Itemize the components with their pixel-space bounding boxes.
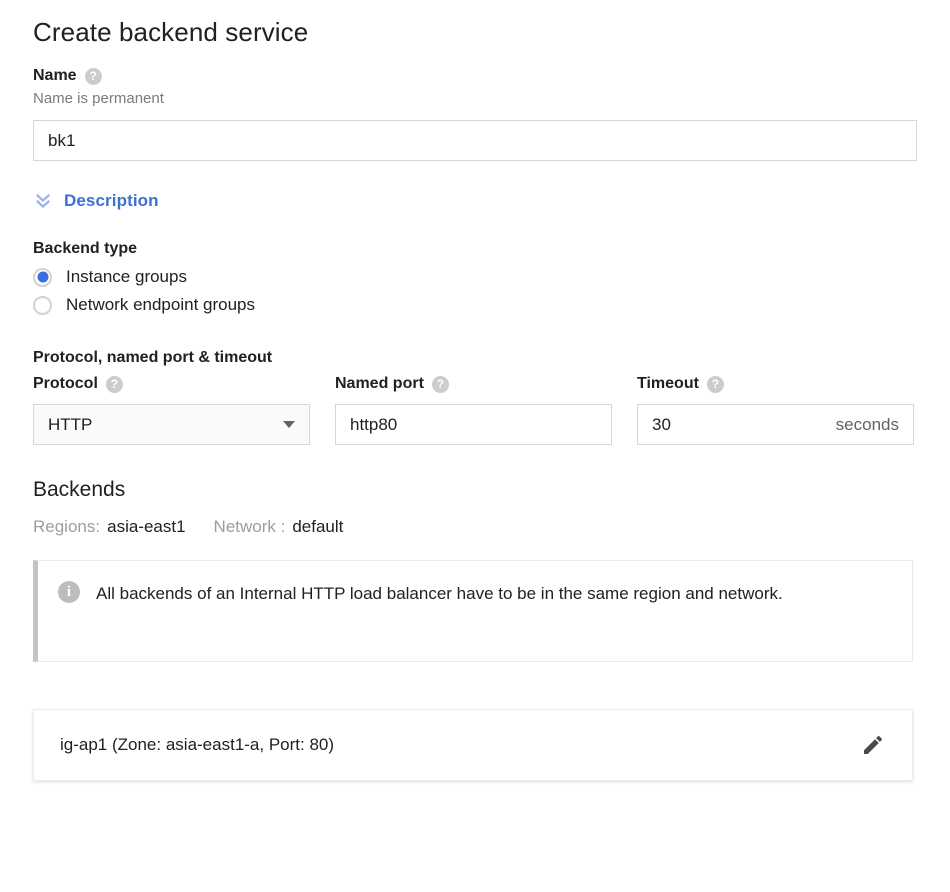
timeout-input[interactable] (652, 414, 828, 435)
description-label: Description (64, 191, 159, 210)
named-port-column: Named port ? (335, 374, 612, 445)
name-field-group: Name ? Name is permanent (33, 66, 917, 161)
radio-indicator-instance-groups[interactable] (33, 267, 52, 287)
page-title: Create backend service (33, 17, 309, 47)
network-key: Network : (213, 517, 286, 536)
named-port-input[interactable] (335, 404, 612, 445)
named-port-label-row: Named port ? (335, 374, 612, 394)
protocol-select[interactable]: HTTP (33, 404, 310, 445)
timeout-input-wrap: seconds (637, 404, 914, 445)
radio-network-endpoint-groups[interactable]: Network endpoint groups (33, 295, 255, 315)
timeout-unit-label: seconds (835, 414, 899, 434)
regions-key: Regions: (33, 517, 101, 536)
protocol-section-heading: Protocol, named port & timeout (33, 349, 273, 366)
protocol-fields-row: Protocol ? HTTP Named port ? Tim (33, 374, 917, 445)
protocol-select-value: HTTP (48, 414, 93, 434)
timeout-column: Timeout ? seconds (637, 374, 914, 445)
timeout-label: Timeout (637, 375, 699, 392)
help-icon[interactable]: ? (105, 375, 123, 393)
network-value: default (292, 517, 344, 536)
protocol-column: Protocol ? HTTP (33, 374, 310, 445)
radio-instance-groups[interactable]: Instance groups (33, 267, 187, 287)
name-input[interactable] (33, 120, 917, 161)
name-label-row: Name ? (33, 66, 917, 86)
radio-label-instance-groups: Instance groups (66, 267, 187, 286)
create-backend-service-form: Create backend service Name ? Name is pe… (0, 0, 950, 892)
info-banner: i All backends of an Internal HTTP load … (33, 560, 913, 662)
backend-type-group: Backend type Instance groups Network end… (33, 239, 917, 315)
double-chevron-down-icon (33, 191, 53, 211)
chevron-down-icon (283, 421, 295, 428)
help-icon[interactable]: ? (706, 375, 724, 393)
backend-item-label: ig-ap1 (Zone: asia-east1-a, Port: 80) (60, 735, 335, 754)
info-banner-text: All backends of an Internal HTTP load ba… (96, 584, 783, 603)
name-label: Name (33, 67, 77, 84)
protocol-label: Protocol (33, 375, 98, 392)
name-hint: Name is permanent (33, 90, 164, 107)
help-icon[interactable]: ? (84, 67, 102, 85)
help-icon[interactable]: ? (431, 375, 449, 393)
backends-meta-row: Regions: asia-east1 Network : default (33, 516, 917, 538)
radio-indicator-network-endpoint-groups[interactable] (33, 295, 52, 315)
backends-heading: Backends (33, 478, 126, 501)
name-input-wrap (33, 120, 917, 161)
description-expander[interactable]: Description (33, 191, 159, 211)
regions-value: asia-east1 (107, 517, 186, 536)
backend-item-card[interactable]: ig-ap1 (Zone: asia-east1-a, Port: 80) (33, 709, 913, 781)
timeout-label-row: Timeout ? (637, 374, 914, 394)
protocol-section: Protocol, named port & timeout Protocol … (33, 348, 917, 445)
protocol-label-row: Protocol ? (33, 374, 310, 394)
named-port-label: Named port (335, 375, 424, 392)
pencil-icon[interactable] (858, 730, 888, 760)
info-icon: i (58, 581, 80, 603)
backend-type-heading: Backend type (33, 240, 138, 257)
radio-label-network-endpoint-groups: Network endpoint groups (66, 295, 256, 314)
